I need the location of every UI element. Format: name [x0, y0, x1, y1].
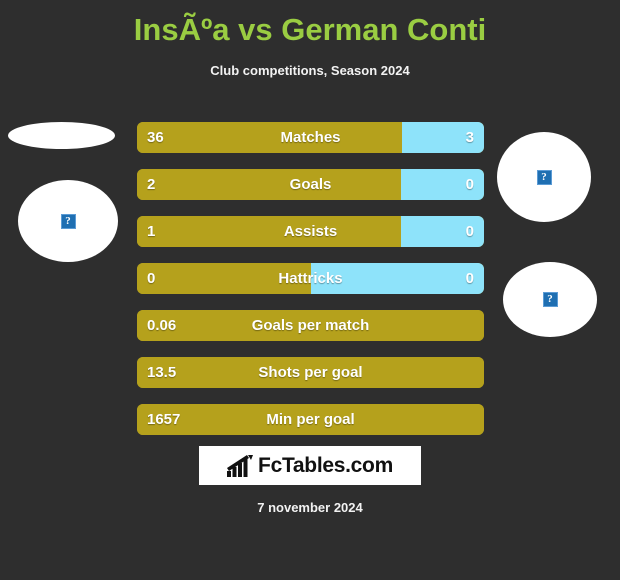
bar-chart-icon — [227, 454, 254, 477]
fctables-logo[interactable]: FcTables.com — [199, 446, 421, 485]
stat-row: 2 Goals 0 — [137, 169, 484, 200]
stat-label: Min per goal — [266, 411, 355, 428]
stats-list: 36 Matches 3 2 Goals 0 1 Assists 0 0 Hattricks 0 0.0… — [137, 122, 484, 451]
stat-row: 0.06 Goals per match — [137, 310, 484, 341]
broken-image-icon: ? — [60, 213, 76, 229]
stat-value-right: 0 — [465, 176, 474, 193]
stat-label: Assists — [283, 223, 338, 240]
stat-label: Shots per goal — [258, 364, 363, 381]
stat-label: Matches — [280, 129, 341, 146]
stat-value-right: 0 — [465, 223, 474, 240]
stat-row: 1657 Min per goal — [137, 404, 484, 435]
stat-label: Goals per match — [251, 317, 370, 334]
comparison-infographic: InsÃºa vs German Conti Club competitions… — [0, 0, 620, 580]
stat-row: 13.5 Shots per goal — [137, 357, 484, 388]
left-player-photo-top: ? — [8, 122, 115, 149]
left-player-photo-bottom: ? — [18, 180, 118, 262]
stat-label: Hattricks — [278, 270, 343, 287]
right-player-photo-top: ? — [497, 132, 591, 222]
stat-value-right: 3 — [465, 129, 474, 146]
right-player-photo-bottom: ? — [503, 262, 597, 337]
page-subtitle: Club competitions, Season 2024 — [210, 63, 410, 78]
stat-value-right: 0 — [465, 270, 474, 287]
stat-row: 1 Assists 0 — [137, 216, 484, 247]
stat-label: Goals — [289, 176, 332, 193]
logo-text: FcTables.com — [258, 453, 393, 477]
broken-image-icon: ? — [542, 292, 558, 307]
stat-row: 36 Matches 3 — [137, 122, 484, 153]
page-title: InsÃºa vs German Conti — [133, 12, 487, 47]
stat-row: 0 Hattricks 0 — [137, 263, 484, 294]
broken-image-icon: ? — [536, 169, 552, 185]
date-label: 7 november 2024 — [257, 500, 363, 515]
